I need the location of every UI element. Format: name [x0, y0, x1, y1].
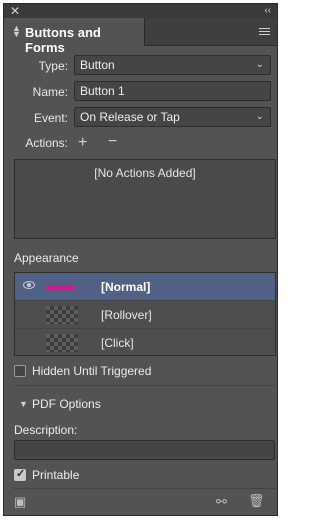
tab-buttons-and-forms[interactable]: ▲ ▼ Buttons and Forms — [4, 18, 145, 55]
appearance-state-click[interactable]: [Click] — [15, 329, 275, 357]
state-thumbnail — [46, 306, 78, 324]
panel-title-bar: ✕ ‹‹ — [4, 4, 277, 18]
pdf-options-title: PDF Options — [32, 397, 101, 411]
chevron-down-icon: ⌄ — [255, 111, 264, 122]
buttons-and-forms-panel: ✕ ‹‹ ▲ ▼ Buttons and Forms Type: Button ⌄… — [3, 3, 278, 516]
hidden-until-triggered-checkbox[interactable] — [14, 365, 26, 377]
appearance-title: Appearance — [14, 251, 79, 265]
name-input[interactable]: Button 1 — [74, 81, 271, 101]
add-action-icon[interactable]: + — [78, 135, 87, 151]
preview-icon[interactable]: ▣ — [14, 494, 26, 510]
printable-checkbox[interactable] — [14, 467, 26, 481]
tab-expand-icon[interactable]: ▲ ▼ — [12, 24, 21, 39]
appearance-state-rollover[interactable]: [Rollover] — [15, 301, 275, 329]
appearance-state-label: [Rollover] — [101, 308, 152, 322]
name-input-value: Button 1 — [80, 84, 125, 98]
description-label: Description: — [14, 423, 78, 437]
type-select-value: Button — [80, 58, 115, 72]
appearance-state-label: [Click] — [101, 336, 134, 350]
tab-title: Buttons and Forms — [25, 25, 101, 55]
trash-icon[interactable]: 🗑 — [248, 493, 265, 509]
appearance-state-label: [Normal] — [101, 280, 151, 294]
remove-action-icon[interactable]: − — [108, 134, 117, 150]
actions-label: Actions: — [25, 136, 68, 150]
actions-empty-message: [No Actions Added] — [94, 166, 196, 180]
printable-label: Printable — [32, 468, 80, 482]
panel-tab-bar: ▲ ▼ Buttons and Forms — [4, 18, 277, 55]
chevron-down-icon[interactable]: ▼ — [19, 399, 28, 409]
divider — [14, 385, 276, 386]
close-icon[interactable]: ✕ — [10, 4, 20, 18]
description-input[interactable] — [14, 440, 275, 460]
chevron-down-icon: ⌄ — [255, 59, 264, 70]
appearance-list: [Normal] [Rollover] [Click] — [14, 272, 276, 356]
state-thumbnail — [46, 278, 78, 296]
name-label: Name: — [32, 85, 68, 99]
actions-list[interactable]: [No Actions Added] — [14, 159, 276, 239]
eye-icon[interactable] — [23, 281, 35, 289]
type-select[interactable]: Button ⌄ — [74, 55, 271, 75]
event-label: Event: — [33, 111, 68, 125]
divider — [14, 488, 276, 489]
panel-menu-icon[interactable] — [259, 28, 270, 37]
hidden-until-triggered-label: Hidden Until Triggered — [32, 364, 152, 378]
event-select[interactable]: On Release or Tap ⌄ — [74, 107, 271, 127]
state-thumbnail — [46, 334, 78, 352]
appearance-state-normal[interactable]: [Normal] — [15, 273, 275, 301]
convert-object-icon[interactable]: ⚯ — [216, 494, 227, 510]
type-label: Type: — [38, 59, 68, 73]
event-select-value: On Release or Tap — [80, 110, 180, 124]
collapse-panel-icon[interactable]: ‹‹ — [264, 4, 271, 18]
